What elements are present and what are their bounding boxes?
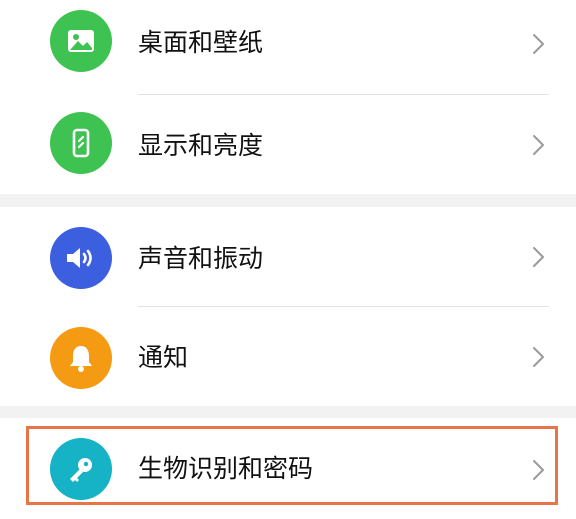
- bell-icon: [50, 327, 112, 389]
- settings-item-biometrics-password[interactable]: 生物识别和密码: [0, 418, 576, 518]
- settings-screen: 桌面和壁纸 显示和亮度 声音和振动 通知 生物识别和密码: [0, 0, 576, 519]
- image-icon: [50, 10, 112, 72]
- settings-item-home-screen-wallpaper[interactable]: 桌面和壁纸: [0, 0, 576, 96]
- chevron-right-icon: [533, 135, 544, 155]
- settings-item-display-brightness[interactable]: 显示和亮度: [0, 95, 576, 195]
- settings-item-label: 桌面和壁纸: [138, 28, 264, 57]
- phone-display-icon: [50, 112, 112, 174]
- key-icon: [50, 438, 112, 500]
- settings-item-label: 声音和振动: [138, 244, 264, 273]
- speaker-icon: [50, 227, 112, 289]
- chevron-right-icon: [533, 34, 544, 54]
- chevron-right-icon: [533, 460, 544, 480]
- settings-item-sound-vibration[interactable]: 声音和振动: [0, 207, 576, 307]
- settings-item-notifications[interactable]: 通知: [0, 307, 576, 407]
- chevron-right-icon: [533, 247, 544, 267]
- settings-item-label: 显示和亮度: [138, 131, 264, 160]
- chevron-right-icon: [533, 347, 544, 367]
- settings-item-label: 生物识别和密码: [138, 454, 314, 483]
- settings-item-label: 通知: [138, 343, 189, 372]
